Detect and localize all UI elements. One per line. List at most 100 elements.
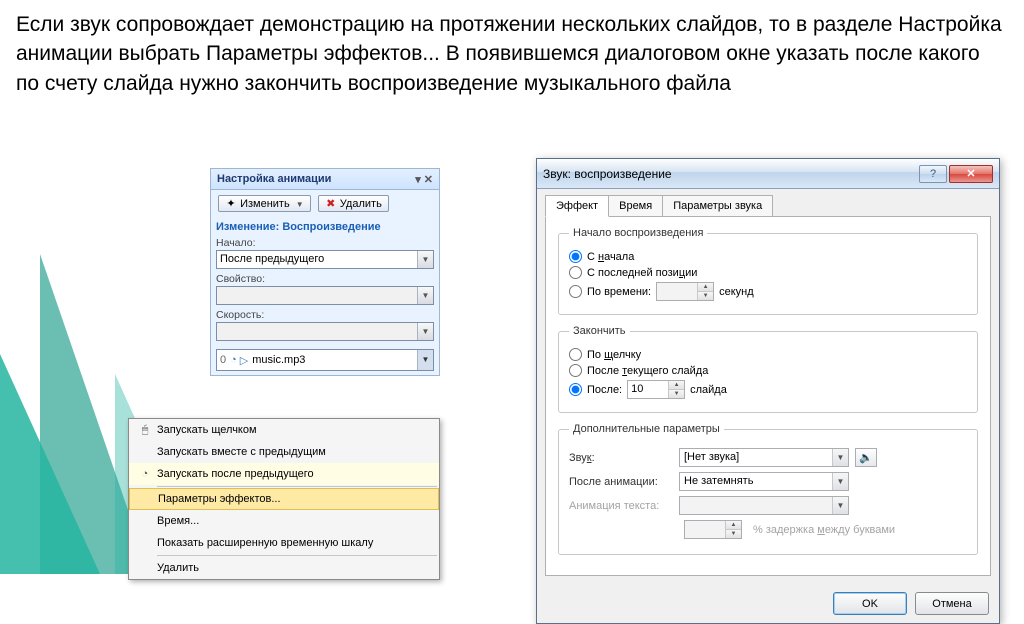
delete-effect-button[interactable]: ✖ Удалить bbox=[318, 195, 389, 212]
radio-stop-after-n[interactable]: После: 10 ▲▼ слайда bbox=[569, 380, 967, 399]
chevron-down-icon: ▼ bbox=[417, 287, 433, 304]
dialog-page-effect: Начало воспроизведения С начала С послед… bbox=[545, 216, 991, 576]
list-item-number: 0 bbox=[220, 354, 226, 366]
change-effect-button[interactable]: ✦ Изменить ▼ bbox=[218, 195, 311, 212]
slides-spinner[interactable]: 10 ▲▼ bbox=[627, 380, 685, 399]
delay-spinner: ▲▼ bbox=[684, 520, 742, 539]
property-label: Свойство: bbox=[216, 273, 434, 285]
radio-label: С начала bbox=[587, 251, 634, 263]
combo-value: Не затемнять bbox=[680, 473, 832, 490]
tab-sound-params[interactable]: Параметры звука bbox=[662, 195, 773, 217]
spinner-down-icon: ▼ bbox=[698, 292, 713, 300]
radio-input[interactable] bbox=[569, 285, 582, 298]
dialog-tabs: Эффект Время Параметры звука bbox=[537, 189, 999, 217]
delay-label: % задержка между буквами bbox=[753, 524, 895, 536]
animation-list-item[interactable]: 0 ◔ ▷ music.mp3 ▼ bbox=[216, 349, 434, 371]
row-letter-delay: ▲▼ % задержка между буквами bbox=[569, 520, 967, 539]
start-select-value: После предыдущего bbox=[217, 251, 417, 268]
radio-from-last-position[interactable]: С последней позиции bbox=[569, 266, 967, 279]
menu-label: Время... bbox=[157, 515, 199, 527]
property-select: ▼ bbox=[216, 286, 434, 305]
speed-select: ▼ bbox=[216, 322, 434, 341]
dialog-titlebar[interactable]: Звук: воспроизведение ? ✕ bbox=[537, 159, 999, 189]
fieldset-extra-params: Дополнительные параметры Звук: [Нет звук… bbox=[558, 423, 978, 555]
radio-input[interactable] bbox=[569, 266, 582, 279]
sound-playback-dialog: Звук: воспроизведение ? ✕ Эффект Время П… bbox=[536, 158, 1000, 624]
start-select[interactable]: После предыдущего ▼ bbox=[216, 250, 434, 269]
chevron-down-icon: ▼ bbox=[832, 449, 848, 466]
spinner-up-icon[interactable]: ▲ bbox=[669, 381, 684, 390]
spinner-up-icon: ▲ bbox=[698, 283, 713, 292]
menu-show-timeline[interactable]: Показать расширенную временную шкалу bbox=[129, 532, 439, 554]
animation-settings-panel: Настройка анимации ▾ ✕ ✦ Изменить ▼ ✖ Уд… bbox=[210, 168, 440, 376]
radio-from-start[interactable]: С начала bbox=[569, 250, 967, 263]
star-icon: ✦ bbox=[225, 197, 237, 210]
chevron-down-icon: ▼ bbox=[417, 251, 433, 268]
radio-stop-after-current[interactable]: После текущего слайда bbox=[569, 364, 967, 377]
fieldset-legend: Закончить bbox=[569, 325, 630, 337]
tab-effect[interactable]: Эффект bbox=[545, 195, 609, 217]
radio-input[interactable] bbox=[569, 383, 582, 396]
speed-select-value bbox=[217, 323, 417, 340]
animation-panel-body: ✦ Изменить ▼ ✖ Удалить Изменение: Воспро… bbox=[210, 190, 440, 376]
dialog-actions: OK Отмена bbox=[537, 584, 999, 623]
radio-label: После текущего слайда bbox=[587, 365, 708, 377]
fieldset-legend: Дополнительные параметры bbox=[569, 423, 724, 435]
spinner-down-icon: ▼ bbox=[726, 530, 741, 538]
menu-label: Запускать после предыдущего bbox=[157, 468, 314, 480]
time-spinner: ▲▼ bbox=[656, 282, 714, 301]
tab-timing[interactable]: Время bbox=[608, 195, 663, 217]
chevron-down-icon: ▼ bbox=[832, 497, 848, 514]
chevron-down-icon: ▼ bbox=[296, 200, 304, 209]
clock-icon: ◔ bbox=[133, 468, 157, 480]
delete-x-icon: ✖ bbox=[325, 197, 337, 210]
close-button[interactable]: ✕ bbox=[949, 165, 993, 183]
menu-label: Показать расширенную временную шкалу bbox=[157, 537, 373, 549]
menu-start-with-previous[interactable]: Запускать вместе с предыдущим bbox=[129, 441, 439, 463]
menu-effect-parameters[interactable]: Параметры эффектов... bbox=[129, 488, 439, 510]
panel-dropdown-icon[interactable]: ▾ ✕ bbox=[415, 173, 433, 186]
spinner-value bbox=[657, 283, 697, 300]
cancel-button[interactable]: Отмена bbox=[915, 592, 989, 615]
fieldset-start-playback: Начало воспроизведения С начала С послед… bbox=[558, 227, 978, 315]
radio-input[interactable] bbox=[569, 348, 582, 361]
unit-label: секунд bbox=[719, 286, 754, 298]
radio-stop-on-click[interactable]: По щелчку bbox=[569, 348, 967, 361]
combo-value: [Нет звука] bbox=[680, 449, 832, 466]
radio-label: С последней позиции bbox=[587, 267, 697, 279]
chevron-down-icon: ▼ bbox=[417, 323, 433, 340]
context-menu: 🖱 Запускать щелчком Запускать вместе с п… bbox=[128, 418, 440, 580]
sound-label: Звук: bbox=[569, 452, 679, 464]
menu-start-after-previous[interactable]: ◔ Запускать после предыдущего bbox=[129, 463, 439, 485]
after-anim-combo[interactable]: Не затемнять ▼ bbox=[679, 472, 849, 491]
spinner-value bbox=[685, 521, 725, 538]
radio-label: По времени: bbox=[587, 286, 651, 298]
help-button[interactable]: ? bbox=[919, 165, 947, 183]
radio-by-time[interactable]: По времени: ▲▼ секунд bbox=[569, 282, 967, 301]
sound-combo[interactable]: [Нет звука] ▼ bbox=[679, 448, 849, 467]
menu-start-on-click[interactable]: 🖱 Запускать щелчком bbox=[129, 419, 439, 441]
chevron-down-icon[interactable]: ▼ bbox=[417, 350, 433, 370]
delete-effect-label: Удалить bbox=[340, 198, 382, 210]
row-text-animation: Анимация текста: ▼ bbox=[569, 496, 967, 515]
mouse-icon: 🖱 bbox=[133, 424, 157, 437]
combo-value bbox=[680, 497, 832, 514]
menu-timing[interactable]: Время... bbox=[129, 510, 439, 532]
fieldset-legend: Начало воспроизведения bbox=[569, 227, 707, 239]
speaker-button[interactable]: 🔈 bbox=[855, 448, 877, 467]
text-anim-label: Анимация текста: bbox=[569, 500, 679, 512]
question-icon: ? bbox=[930, 168, 936, 180]
menu-delete[interactable]: Удалить bbox=[129, 557, 439, 579]
radio-label: После: bbox=[587, 384, 622, 396]
radio-input[interactable] bbox=[569, 250, 582, 263]
menu-label: Параметры эффектов... bbox=[158, 493, 281, 505]
spinner-down-icon[interactable]: ▼ bbox=[669, 390, 684, 398]
spinner-value: 10 bbox=[628, 381, 668, 398]
menu-label: Запускать вместе с предыдущим bbox=[157, 446, 326, 458]
radio-label: По щелчку bbox=[587, 349, 641, 361]
row-after-animation: После анимации: Не затемнять ▼ bbox=[569, 472, 967, 491]
ok-button[interactable]: OK bbox=[833, 592, 907, 615]
row-sound: Звук: [Нет звука] ▼ 🔈 bbox=[569, 448, 967, 467]
radio-input[interactable] bbox=[569, 364, 582, 377]
menu-separator bbox=[157, 555, 437, 556]
